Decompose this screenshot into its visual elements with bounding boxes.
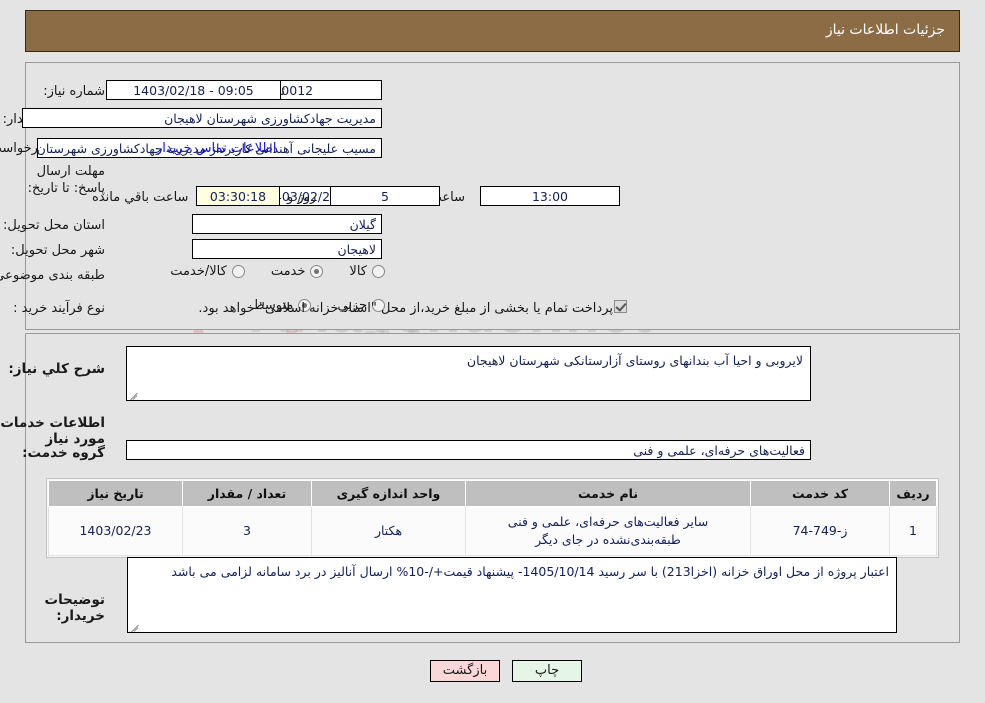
back-button[interactable]: بازگشت: [430, 660, 500, 682]
city-value: لاهیجان: [192, 239, 382, 259]
th-qty: تعداد / مقدار: [182, 480, 312, 507]
city-label: شهر محل تحویل:: [10, 243, 105, 258]
category-option-2[interactable]: کالا/خدمت: [170, 264, 245, 279]
table-row: 1 ز-749-74 سایر فعالیت‌های حرفه‌ای، علمی و…: [48, 506, 937, 556]
category-option-0[interactable]: کالا: [349, 264, 385, 279]
resize-grip-icon[interactable]: [129, 388, 140, 399]
cell-code: ز-749-74: [750, 506, 890, 556]
th-unit: واحد اندازه گیری: [311, 480, 466, 507]
page-header-bar: جزئیات اطلاعات نیاز: [25, 10, 960, 52]
services-section-heading: اطلاعات خدمات مورد نیاز: [0, 415, 105, 447]
cell-qty: 3: [182, 506, 312, 556]
buyer-notes-value: اعتبار پروژه از محل اوراق خزانه (اخزا213…: [171, 564, 889, 579]
deadline-time-value: 13:00: [480, 186, 620, 206]
announce-datetime-value: 09:05 - 1403/02/18: [106, 80, 281, 100]
service-group-label: گروه خدمت:: [22, 445, 105, 461]
buyer-org-value: مدیریت جهادکشاورزی شهرستان لاهیجان: [22, 108, 382, 128]
need-number-label: شماره نیاز:: [43, 84, 105, 99]
remaining-clock-value: 03:30:18: [196, 186, 280, 206]
description-label: شرح کلي نیاز:: [8, 361, 105, 377]
category-radio-icon[interactable]: [372, 265, 385, 278]
buyer-contact-link[interactable]: اطلاعات تماس خریدار: [156, 141, 276, 156]
category-option-label: کالا: [349, 264, 367, 279]
services-table-wrap: ردیف کد خدمت نام خدمت واحد اندازه گیری ت…: [46, 478, 939, 558]
print-button[interactable]: چاپ: [512, 660, 582, 682]
th-date: تاریخ نیاز: [48, 480, 183, 507]
description-value: لایروبی و احیا آب بندانهای روستای آزارست…: [466, 353, 803, 368]
category-option-1[interactable]: خدمت: [271, 264, 324, 279]
buyer-notes-label: توضیحات خریدار:: [44, 592, 105, 624]
th-code: کد خدمت: [750, 480, 890, 507]
category-radio-icon[interactable]: [310, 265, 324, 278]
province-value: گیلان: [192, 214, 382, 234]
process-label: نوع فرآیند خرید :: [13, 301, 105, 316]
category-radio-icon[interactable]: [231, 265, 245, 278]
th-radif: ردیف: [889, 480, 937, 507]
page-title: جزئیات اطلاعات نیاز: [825, 22, 945, 38]
services-table: ردیف کد خدمت نام خدمت واحد اندازه گیری ت…: [48, 480, 937, 556]
remaining-days-value: 5: [330, 186, 440, 206]
resize-grip-icon[interactable]: [130, 620, 141, 631]
category-option-label: خدمت: [270, 264, 306, 279]
treasury-checkbox[interactable]: [614, 300, 627, 313]
category-label: طبقه بندی موضوعی:: [0, 268, 105, 283]
cell-name: سایر فعالیت‌های حرفه‌ای، علمی و فنی طبقه…: [465, 506, 751, 556]
cell-unit: هکتار: [311, 506, 466, 556]
description-textarea[interactable]: لایروبی و احیا آب بندانهای روستای آزارست…: [126, 346, 811, 401]
days-and-label: روز و: [287, 190, 317, 205]
remaining-suffix-label: ساعت باقي مانده: [92, 190, 189, 205]
th-name: نام خدمت: [465, 480, 751, 507]
category-radio-group[interactable]: کالا خدمت کالا/خدمت: [144, 264, 385, 279]
province-label: استان محل تحویل:: [3, 218, 105, 233]
buyer-notes-textarea[interactable]: اعتبار پروژه از محل اوراق خزانه (اخزا213…: [127, 557, 897, 633]
cell-radif: 1: [889, 506, 937, 556]
category-option-label: کالا/خدمت: [170, 264, 227, 279]
page-root: W rT AriaTender.net جزئیات اطلاعات نیاز …: [0, 0, 985, 703]
service-group-value: فعالیت‌های حرفه‌ای، علمی و فنی: [126, 440, 811, 460]
table-header-row: ردیف کد خدمت نام خدمت واحد اندازه گیری ت…: [48, 480, 937, 507]
cell-date: 1403/02/23: [48, 506, 183, 556]
treasury-note: پرداخت تمام یا بخشی از مبلغ خرید،از محل …: [198, 301, 613, 316]
